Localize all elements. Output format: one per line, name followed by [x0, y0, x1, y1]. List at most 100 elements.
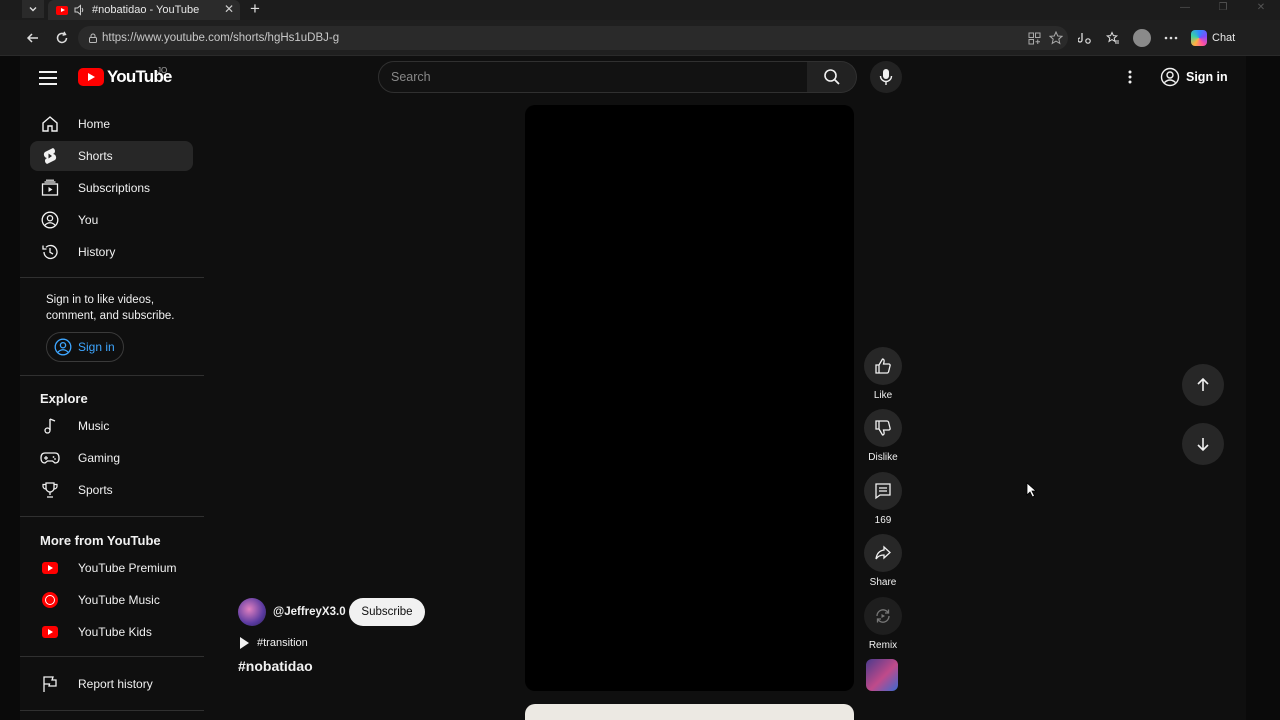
minimize-icon[interactable]: —: [1166, 0, 1204, 14]
search-button[interactable]: [807, 61, 857, 93]
country-code: JO: [157, 66, 168, 75]
search-placeholder: Search: [391, 70, 431, 84]
share-button[interactable]: [864, 534, 902, 572]
copilot-chat-button[interactable]: Chat: [1191, 28, 1235, 48]
close-tab-icon[interactable]: ✕: [224, 2, 234, 16]
sign-in-button[interactable]: Sign in: [1152, 63, 1236, 91]
dislike-action[interactable]: Dislike: [863, 409, 903, 463]
address-bar[interactable]: https://www.youtube.com/shorts/hgHs1uDBJ…: [78, 26, 1068, 50]
channel-avatar[interactable]: [238, 598, 266, 626]
sidebar-item-label: YouTube Premium: [78, 561, 177, 575]
thumbs-down-icon: [875, 420, 891, 436]
sidebar-item-music[interactable]: Music: [30, 411, 193, 441]
more-from-youtube-heading: More from YouTube: [40, 533, 161, 548]
next-short-button[interactable]: [1182, 423, 1224, 465]
browser-tab-active[interactable]: #nobatidao - YouTube ✕: [48, 0, 240, 20]
tab-list-button[interactable]: [22, 0, 44, 18]
sign-in-prompt: Sign in to like videos, comment, and sub…: [46, 294, 175, 322]
sound-tag[interactable]: #transition: [240, 636, 308, 650]
like-button[interactable]: [864, 347, 902, 385]
sidebar-item-home[interactable]: Home: [30, 109, 193, 139]
remix-action[interactable]: Remix: [863, 597, 903, 651]
youtube-kids-icon: [40, 622, 60, 642]
sidebar-item-subscriptions[interactable]: Subscriptions: [30, 173, 193, 203]
sidebar-item-sports[interactable]: Sports: [30, 475, 193, 505]
settings-kebab-icon[interactable]: [1120, 67, 1140, 87]
shorts-icon: [40, 146, 60, 166]
comments-button[interactable]: [864, 472, 902, 510]
arrow-down-icon: [1197, 438, 1209, 452]
channel-name[interactable]: @JeffreyX3.0: [273, 606, 346, 618]
profile-avatar[interactable]: [1133, 29, 1151, 47]
new-tab-icon[interactable]: +: [250, 0, 260, 19]
explore-heading: Explore: [40, 391, 88, 406]
sidebar-item-label: Gaming: [78, 451, 121, 465]
search-input[interactable]: Search: [378, 61, 808, 93]
thumbs-up-icon: [875, 358, 891, 374]
youtube-play-icon: [78, 68, 104, 86]
favorites-icon[interactable]: [1105, 30, 1121, 46]
restore-icon[interactable]: ❐: [1204, 0, 1242, 14]
youtube-music-icon: [40, 590, 60, 610]
chat-label: Chat: [1212, 32, 1236, 44]
favorite-star-icon[interactable]: [1048, 30, 1064, 46]
sidebar-item-shorts[interactable]: Shorts: [30, 141, 193, 171]
subscriptions-icon: [40, 178, 60, 198]
copilot-icon: [1191, 30, 1207, 46]
you-icon: [40, 210, 60, 230]
hamburger-menu-icon[interactable]: [39, 68, 59, 88]
share-action[interactable]: Share: [863, 534, 903, 588]
short-video-player[interactable]: [525, 105, 854, 691]
sidebar-item-youtube-kids[interactable]: YouTube Kids: [30, 617, 193, 647]
sidebar-divider: [20, 277, 204, 278]
trophy-icon: [40, 480, 60, 500]
subscribe-button[interactable]: Subscribe: [349, 598, 425, 626]
comments-count: 169: [874, 515, 892, 526]
sidebar-item-label: YouTube Music: [78, 593, 160, 607]
previous-short-button[interactable]: [1182, 364, 1224, 406]
sidebar-item-report-history[interactable]: Report history: [30, 669, 193, 699]
sidebar-divider: [20, 656, 204, 657]
sidebar-item-youtube-premium[interactable]: YouTube Premium: [30, 553, 193, 583]
window-controls: — ❐ ✕: [1166, 0, 1280, 14]
sound-tag-label: #transition: [257, 637, 308, 649]
sidebar-item-history[interactable]: History: [30, 237, 193, 267]
sidebar-item-you[interactable]: You: [30, 205, 193, 235]
voice-search-button[interactable]: [870, 61, 902, 93]
sidebar-item-label: YouTube Kids: [78, 625, 152, 639]
window-edge: [1246, 56, 1280, 720]
remix-label: Remix: [868, 640, 898, 651]
sidebar-item-label: Subscriptions: [78, 181, 151, 195]
short-title[interactable]: #nobatidao: [238, 658, 313, 674]
sidebar-item-label: History: [78, 245, 116, 259]
youtube-page: YouTube JO Search Sign in Home Shorts Su…: [20, 56, 1246, 720]
dislike-button[interactable]: [864, 409, 902, 447]
remix-button[interactable]: [864, 597, 902, 635]
extension-icon[interactable]: [1077, 30, 1093, 46]
sidebar-item-youtube-music[interactable]: YouTube Music: [30, 585, 193, 615]
close-window-icon[interactable]: ✕: [1242, 0, 1280, 14]
flag-icon: [40, 674, 60, 694]
like-action[interactable]: Like: [863, 347, 903, 401]
reload-icon[interactable]: [53, 29, 71, 47]
settings-more-icon[interactable]: [1163, 30, 1179, 46]
sound-thumbnail[interactable]: [866, 659, 898, 691]
youtube-premium-icon: [40, 558, 60, 578]
sidebar-item-label: Report history: [78, 677, 153, 691]
youtube-favicon-icon: [56, 5, 68, 15]
back-icon[interactable]: [24, 29, 42, 47]
sidebar-item-gaming[interactable]: Gaming: [30, 443, 193, 473]
next-short-preview[interactable]: [525, 704, 854, 720]
comments-action[interactable]: 169: [863, 472, 903, 526]
dislike-label: Dislike: [868, 452, 898, 463]
sidebar-item-label: Music: [78, 419, 110, 433]
browser-toolbar: https://www.youtube.com/shorts/hgHs1uDBJ…: [0, 20, 1280, 56]
app-available-icon[interactable]: [1026, 30, 1042, 46]
account-circle-icon: [1160, 67, 1180, 87]
lock-icon[interactable]: [88, 33, 98, 43]
speaker-icon[interactable]: [74, 4, 86, 16]
music-icon: [40, 416, 60, 436]
browser-tab-bar: #nobatidao - YouTube ✕ + — ❐ ✕: [0, 0, 1280, 20]
history-icon: [40, 242, 60, 262]
sidebar-sign-in-button[interactable]: Sign in: [46, 332, 124, 362]
